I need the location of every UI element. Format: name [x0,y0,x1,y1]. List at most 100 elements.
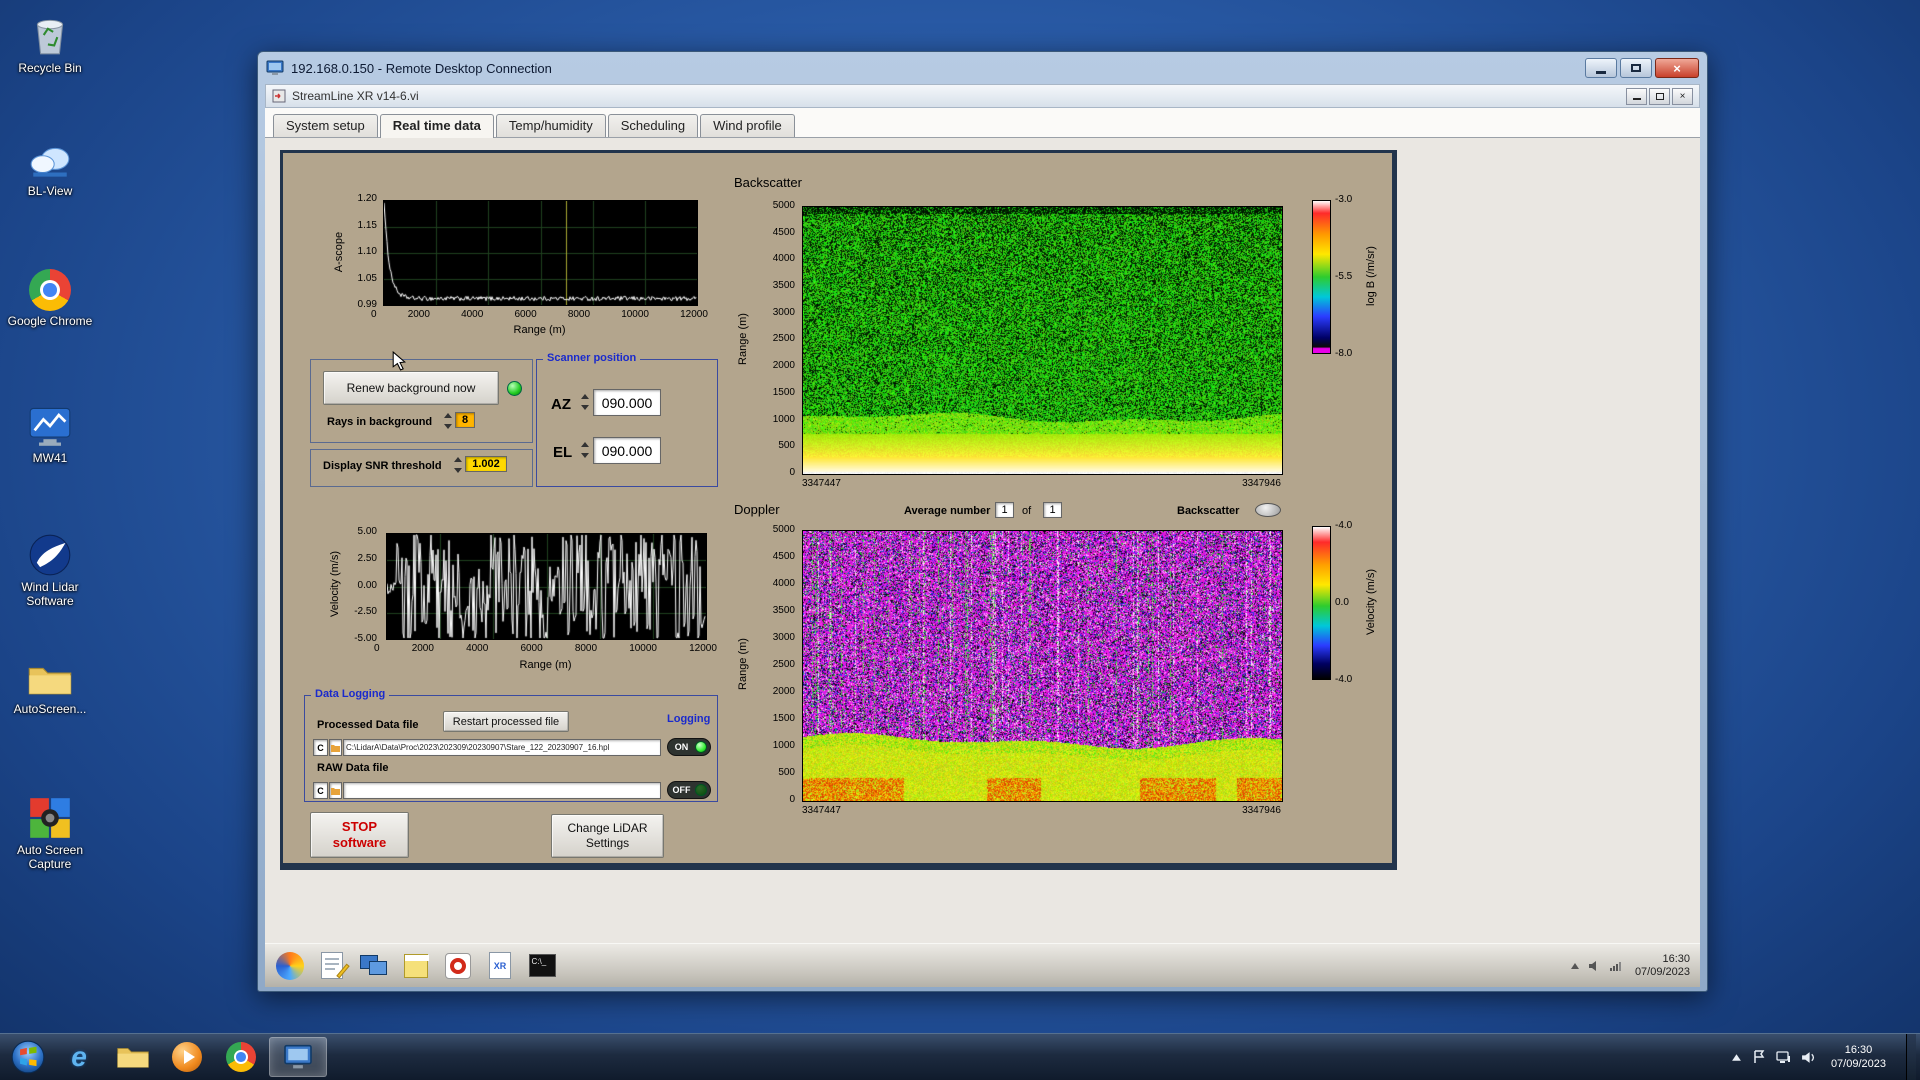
velocity-graph[interactable] [386,533,707,640]
network-icon[interactable] [1776,1050,1791,1064]
remote-taskbar: XR C:\_ 16:30 07/09/2023 [265,943,1700,987]
tick-label: 4500 [772,226,795,238]
start-button[interactable] [5,1037,51,1077]
vi-titlebar[interactable]: StreamLine XR v14-6.vi × [265,84,1700,108]
raw-path-field[interactable] [343,782,661,799]
ascope-graph[interactable] [383,200,698,306]
volume-icon[interactable] [1801,1051,1815,1064]
media-player-icon [172,1042,202,1072]
minimize-button[interactable] [1585,58,1617,78]
start-orb-icon [11,1040,45,1074]
tick-label: 500 [778,440,795,452]
raw-drive-box[interactable]: C [313,782,328,799]
notes-icon[interactable] [401,951,431,981]
tick-label: 4000 [461,309,484,320]
doppler-y-axis-title: Range (m) [737,638,749,690]
renew-background-button[interactable]: Renew background now [323,371,499,405]
rdp-window: 192.168.0.150 - Remote Desktop Connectio… [257,51,1708,992]
change-button-line2: Settings [585,836,630,850]
tick-label: 0.00 [357,579,377,591]
remote-volume-icon[interactable] [1588,960,1601,972]
restart-processed-file-button[interactable]: Restart processed file [443,711,569,732]
raw-logging-toggle[interactable]: OFF [667,781,711,799]
close-button[interactable]: × [1655,58,1699,78]
desktop-icon-bl-view[interactable]: BL-View [6,141,94,198]
maximize-button[interactable] [1620,58,1652,78]
desktop-icon-recycle-bin[interactable]: Recycle Bin [6,12,94,75]
snr-spinner[interactable] [453,457,462,473]
vi-app-icon [272,89,286,103]
tab-real-time-data[interactable]: Real time data [379,114,494,138]
remote-clock[interactable]: 16:30 07/09/2023 [1629,953,1690,979]
vi-minimize-button[interactable] [1626,87,1647,105]
browser-icon[interactable] [275,951,305,981]
desktop-icon-autoscreen-folder[interactable]: AutoScreen... [6,661,94,716]
taskbar-date: 07/09/2023 [1830,1058,1886,1070]
tab-temp-humidity[interactable]: Temp/humidity [495,114,606,137]
az-value[interactable]: 090.000 [593,389,661,416]
average-number-value[interactable]: 1 [995,502,1014,518]
show-desktop-button[interactable] [1906,1033,1916,1080]
taskbar-remote-desktop-active[interactable] [269,1037,327,1077]
tab-wind-profile[interactable]: Wind profile [700,114,795,137]
tick-label: 6000 [520,643,543,654]
tick-label: 2.50 [357,552,377,564]
vi-close-button[interactable]: × [1672,87,1693,105]
remote-time: 16:30 [1662,952,1690,965]
raw-browse-button[interactable] [329,782,342,799]
snr-threshold-label: Display SNR threshold [323,460,442,472]
desktop-icon-wind-lidar-software[interactable]: Wind Lidar Software [6,533,94,608]
taskbar-media-player[interactable] [161,1037,213,1077]
folder-icon [28,667,72,695]
stop-software-button[interactable]: STOP software [310,812,409,858]
tab-scheduling[interactable]: Scheduling [607,114,699,137]
snr-threshold-value[interactable]: 1.002 [465,456,507,472]
taskbar-internet-explorer[interactable]: e [53,1037,105,1077]
processed-drive-box[interactable]: C [313,739,328,756]
remote-network-icon[interactable] [1609,960,1621,972]
tick-label: 10000 [621,309,649,320]
desktop-icon-google-chrome[interactable]: Google Chrome [6,269,94,328]
processed-path-field[interactable]: C:\LidarA\Data\Proc\2023\202309\20230907… [343,739,661,756]
average-total-value[interactable]: 1 [1043,502,1062,518]
command-prompt-icon[interactable]: C:\_ [527,951,557,981]
vi-restore-button[interactable] [1649,87,1670,105]
el-value[interactable]: 090.000 [593,437,661,464]
desktop-icon-auto-screen-capture[interactable]: Auto Screen Capture [6,796,94,871]
desktop-icon-mw41[interactable]: MW41 [6,404,94,465]
remote-tray-caret-icon[interactable] [1570,962,1580,970]
raw-data-file-label: RAW Data file [317,762,389,774]
tick-label: 2000 [772,686,795,697]
backscatter-toggle[interactable] [1255,503,1281,517]
processed-browse-button[interactable] [329,739,342,756]
tick-label: -5.5 [1335,271,1353,282]
rays-in-background-value[interactable]: 8 [455,412,475,428]
dual-display-icon[interactable] [359,951,389,981]
action-center-flag-icon[interactable] [1752,1050,1766,1064]
rdp-titlebar[interactable]: 192.168.0.150 - Remote Desktop Connectio… [258,52,1707,84]
doppler-heatmap[interactable] [802,530,1283,802]
notepad-icon[interactable] [317,951,350,981]
tray-caret-icon[interactable] [1731,1053,1742,1062]
recycle-bin-icon [36,19,64,55]
tab-strip: System setup Real time data Temp/humidity S… [265,108,1700,138]
taskbar-clock[interactable]: 16:30 07/09/2023 [1825,1043,1892,1071]
az-spinner[interactable] [580,394,589,410]
el-spinner[interactable] [580,442,589,458]
velocity-x-ticks: 0 2000 4000 6000 8000 10000 12000 [374,643,717,654]
desktop-icon-label: MW41 [32,451,68,465]
backscatter-toggle-label: Backscatter [1177,505,1240,517]
az-label: AZ [551,396,571,413]
taskbar-file-explorer[interactable] [107,1037,159,1077]
tab-system-setup[interactable]: System setup [273,114,378,137]
tick-label: -2.50 [354,606,377,618]
rays-spinner[interactable] [443,413,452,429]
xr-document-icon[interactable]: XR [485,951,515,981]
taskbar-chrome[interactable] [215,1037,267,1077]
backscatter-heatmap[interactable] [802,206,1283,475]
tick-label: 1.05 [357,272,377,284]
tick-label: 1.15 [357,219,377,231]
change-lidar-settings-button[interactable]: Change LiDAR Settings [551,814,664,858]
power-button-icon[interactable] [443,951,473,981]
processed-logging-toggle[interactable]: ON [667,738,711,756]
